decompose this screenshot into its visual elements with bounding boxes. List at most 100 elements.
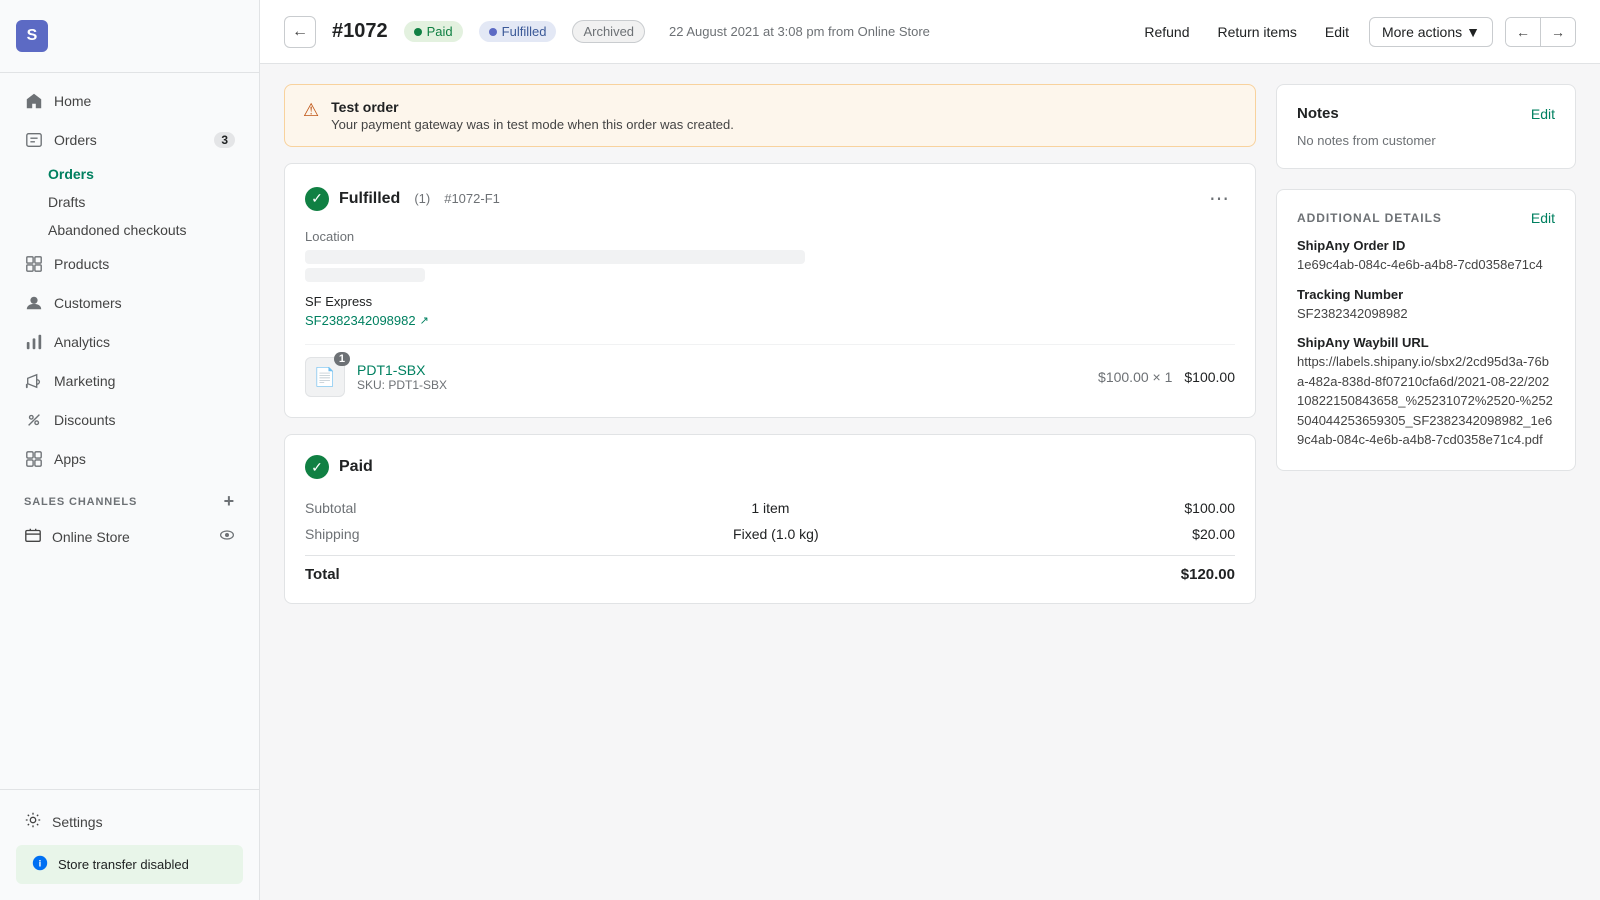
apps-icon <box>24 449 44 469</box>
settings-icon <box>24 811 42 832</box>
products-icon <box>24 254 44 274</box>
edit-button[interactable]: Edit <box>1317 18 1357 46</box>
paid-check-icon: ✓ <box>305 455 329 479</box>
sidebar-item-home[interactable]: Home <box>8 82 251 120</box>
tracking-link[interactable]: SF2382342098982 ↗ <box>305 313 1235 328</box>
right-column: Notes Edit No notes from customer ADDITI… <box>1276 84 1576 880</box>
total-label: Total <box>305 566 340 583</box>
sidebar-item-apps-label: Apps <box>54 451 86 467</box>
payment-card: ✓ Paid Subtotal 1 item $100.00 Shipping … <box>284 434 1256 604</box>
carrier-name: SF Express <box>305 294 1235 309</box>
shipping-amount: $20.00 <box>1192 526 1235 542</box>
paid-badge: Paid <box>404 21 463 42</box>
fulfilled-count: (1) <box>414 191 430 206</box>
main-content: ← #1072 Paid Fulfilled Archived 22 Augus… <box>260 0 1600 900</box>
orders-subnav: Orders Drafts Abandoned checkouts <box>0 160 259 244</box>
item-total: $100.00 <box>1184 369 1235 385</box>
shipping-detail: Fixed (1.0 kg) <box>733 526 819 542</box>
sidebar-item-orders[interactable]: Orders 3 <box>8 121 251 159</box>
sidebar-item-discounts-label: Discounts <box>54 412 115 428</box>
additional-details-header: ADDITIONAL DETAILS Edit <box>1297 210 1555 226</box>
sidebar: S Home Orders 3 Orders Drafts Abandoned … <box>0 0 260 900</box>
shipping-row: Shipping Fixed (1.0 kg) $20.00 <box>305 521 1235 547</box>
notes-header: Notes Edit <box>1297 105 1555 122</box>
add-channel-icon[interactable]: + <box>224 491 235 512</box>
alert-content: Test order Your payment gateway was in t… <box>331 99 734 132</box>
additional-details-card: ADDITIONAL DETAILS Edit ShipAny Order ID… <box>1276 189 1576 471</box>
refund-button[interactable]: Refund <box>1136 18 1197 46</box>
test-order-banner: ⚠ Test order Your payment gateway was in… <box>284 84 1256 147</box>
header-actions: Refund Return items Edit More actions ▼ … <box>1136 17 1576 47</box>
fulfilled-check-icon: ✓ <box>305 187 329 211</box>
notes-title: Notes <box>1297 105 1339 122</box>
sales-channels-label: SALES CHANNELS <box>24 496 137 508</box>
sidebar-logo: S <box>16 12 243 60</box>
next-order-button[interactable]: → <box>1540 18 1575 46</box>
eye-icon[interactable] <box>219 527 235 546</box>
more-actions-button[interactable]: More actions ▼ <box>1369 17 1493 47</box>
marketing-icon <box>24 371 44 391</box>
subtotal-qty: 1 item <box>751 500 789 516</box>
additional-title: ADDITIONAL DETAILS <box>1297 211 1442 225</box>
order-date: 22 August 2021 at 3:08 pm from Online St… <box>661 24 930 39</box>
subnav-orders[interactable]: Orders <box>48 160 259 188</box>
notes-edit-button[interactable]: Edit <box>1531 106 1555 122</box>
online-store-icon <box>24 526 42 547</box>
paid-card-header: ✓ Paid <box>305 455 1235 479</box>
sidebar-item-online-store[interactable]: Online Store <box>8 517 251 556</box>
fulfilled-dot <box>489 28 497 36</box>
subnav-abandoned[interactable]: Abandoned checkouts <box>48 216 259 244</box>
tracking-number-value: SF2382342098982 <box>1297 304 1555 324</box>
alert-title: Test order <box>331 99 734 115</box>
order-body: ⚠ Test order Your payment gateway was in… <box>260 64 1600 900</box>
location-blurred-line2 <box>305 268 425 282</box>
subnav-drafts[interactable]: Drafts <box>48 188 259 216</box>
sidebar-item-products[interactable]: Products <box>8 245 251 283</box>
document-icon: 📄 <box>314 367 336 388</box>
orders-badge: 3 <box>214 132 235 148</box>
sidebar-item-products-label: Products <box>54 256 109 272</box>
home-icon <box>24 91 44 111</box>
line-item: 📄 1 PDT1-SBX SKU: PDT1-SBX $100.00 × 1 $… <box>305 357 1235 397</box>
sidebar-item-settings[interactable]: Settings <box>8 802 251 841</box>
sidebar-bottom: Settings i Store transfer disabled <box>0 789 259 900</box>
line-items: 📄 1 PDT1-SBX SKU: PDT1-SBX $100.00 × 1 $… <box>305 344 1235 397</box>
shipany-id-value: 1e69c4ab-084c-4e6b-a4b8-7cd0358e71c4 <box>1297 255 1555 275</box>
back-button[interactable]: ← <box>284 16 316 48</box>
left-column: ⚠ Test order Your payment gateway was in… <box>284 84 1256 880</box>
return-items-button[interactable]: Return items <box>1210 18 1305 46</box>
warning-icon: ⚠ <box>303 100 319 121</box>
logo-icon: S <box>16 20 48 52</box>
fulfilled-more-button[interactable]: ⋯ <box>1203 184 1235 213</box>
sidebar-nav: Home Orders 3 Orders Drafts Abandoned ch… <box>0 73 259 789</box>
item-qty-badge: 1 <box>334 352 350 366</box>
archived-badge: Archived <box>572 20 645 43</box>
sales-channels-section: SALES CHANNELS + <box>0 479 259 516</box>
prev-order-button[interactable]: ← <box>1506 18 1540 46</box>
store-transfer-banner: i Store transfer disabled <box>16 845 243 884</box>
sidebar-item-apps[interactable]: Apps <box>8 440 251 478</box>
sidebar-item-analytics-label: Analytics <box>54 334 110 350</box>
fulfilled-card: ✓ Fulfilled (1) #1072-F1 ⋯ Location SF E… <box>284 163 1256 418</box>
fulfilled-id: #1072-F1 <box>444 191 500 206</box>
total-row: Total $120.00 <box>305 555 1235 583</box>
sidebar-item-discounts[interactable]: Discounts <box>8 401 251 439</box>
shipping-label: Shipping <box>305 526 360 542</box>
settings-label: Settings <box>52 814 103 830</box>
analytics-icon <box>24 332 44 352</box>
waybill-url-value: https://labels.shipany.io/sbx2/2cd95d3a-… <box>1297 352 1555 450</box>
sidebar-item-marketing[interactable]: Marketing <box>8 362 251 400</box>
total-amount: $120.00 <box>1181 566 1235 583</box>
order-number: #1072 <box>332 20 388 43</box>
location-label: Location <box>305 229 1235 244</box>
customers-icon <box>24 293 44 313</box>
external-link-icon: ↗ <box>420 314 429 327</box>
sidebar-item-analytics[interactable]: Analytics <box>8 323 251 361</box>
sidebar-item-marketing-label: Marketing <box>54 373 115 389</box>
sidebar-item-orders-label: Orders <box>54 132 97 148</box>
additional-edit-button[interactable]: Edit <box>1531 210 1555 226</box>
svg-text:i: i <box>39 859 42 870</box>
sidebar-item-customers[interactable]: Customers <box>8 284 251 322</box>
tracking-number-label: Tracking Number <box>1297 287 1555 302</box>
item-name-link[interactable]: PDT1-SBX <box>357 362 425 378</box>
